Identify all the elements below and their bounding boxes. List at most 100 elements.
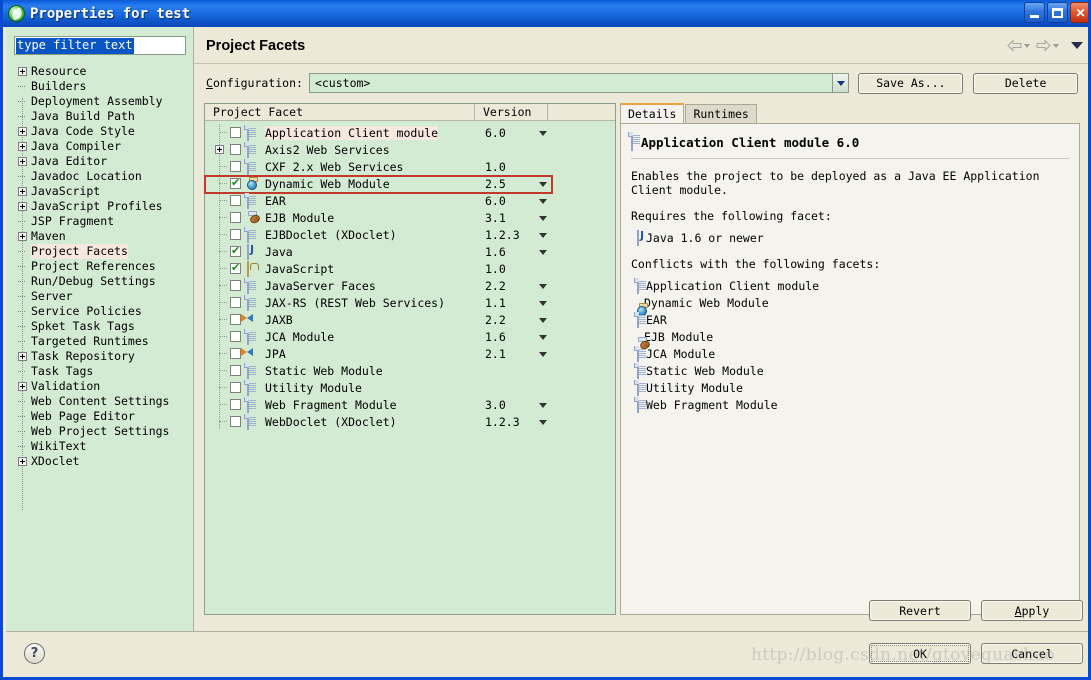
table-row[interactable]: EJBDoclet (XDoclet) 1.2.3 — [205, 226, 615, 243]
expand-icon[interactable] — [18, 457, 27, 466]
sidebar-item-javascript[interactable]: JavaScript — [18, 184, 194, 199]
expand-icon[interactable] — [18, 67, 27, 76]
expand-icon[interactable] — [18, 127, 27, 136]
expand-icon[interactable] — [18, 232, 27, 241]
sidebar-item-java-code-style[interactable]: Java Code Style — [18, 124, 194, 139]
table-row[interactable]: Static Web Module — [205, 362, 615, 379]
sidebar-item-task-tags[interactable]: Task Tags — [18, 364, 194, 379]
sidebar-item-java-build-path[interactable]: Java Build Path — [18, 109, 194, 124]
forward-dropdown-icon[interactable] — [1053, 43, 1059, 48]
table-row[interactable]: JavaServer Faces 2.2 — [205, 277, 615, 294]
title-bar[interactable]: Properties for test ✕ — [3, 0, 1088, 27]
table-row[interactable]: Java 1.6 — [205, 243, 615, 260]
table-row[interactable]: JPA 2.1 — [205, 345, 615, 362]
table-row[interactable]: JavaScript 1.0 — [205, 260, 615, 277]
sidebar-item-java-compiler[interactable]: Java Compiler — [18, 139, 194, 154]
delete-button[interactable]: Delete — [973, 72, 1079, 94]
revert-button[interactable]: Revert — [869, 600, 971, 621]
version-dropdown-icon[interactable] — [539, 284, 547, 289]
apply-button[interactable]: Apply — [981, 600, 1083, 621]
help-icon[interactable]: ? — [24, 643, 45, 664]
expand-icon[interactable] — [18, 142, 27, 151]
sidebar-item-maven[interactable]: Maven — [18, 229, 194, 244]
facet-checkbox[interactable] — [230, 280, 241, 291]
facet-checkbox[interactable] — [230, 331, 241, 342]
sidebar-item-project-references[interactable]: Project References — [18, 259, 194, 274]
facet-checkbox[interactable] — [230, 195, 241, 206]
expand-icon[interactable] — [18, 352, 27, 361]
cancel-button[interactable]: Cancel — [981, 643, 1083, 664]
table-row[interactable]: WebDoclet (XDoclet) 1.2.3 — [205, 413, 615, 430]
expand-icon[interactable] — [215, 145, 224, 154]
sidebar-item-javadoc-location[interactable]: Javadoc Location — [18, 169, 194, 184]
sidebar-item-web-project-settings[interactable]: Web Project Settings — [18, 424, 194, 439]
table-row[interactable]: Application Client module 6.0 — [205, 124, 615, 141]
facet-checkbox[interactable] — [230, 314, 241, 325]
facet-checkbox[interactable] — [230, 144, 241, 155]
facet-checkbox[interactable] — [230, 212, 241, 223]
sidebar-item-resource[interactable]: Resource — [18, 64, 194, 79]
save-as-button[interactable]: Save As... — [858, 72, 964, 94]
sidebar-item-validation[interactable]: Validation — [18, 379, 194, 394]
sidebar-item-web-content-settings[interactable]: Web Content Settings — [18, 394, 194, 409]
facet-checkbox[interactable] — [230, 244, 241, 257]
tab-runtimes[interactable]: Runtimes — [685, 104, 757, 123]
version-dropdown-icon[interactable] — [539, 352, 547, 357]
sidebar-item-javascript-profiles[interactable]: JavaScript Profiles — [18, 199, 194, 214]
view-menu-icon[interactable] — [1071, 42, 1083, 49]
facet-checkbox[interactable] — [230, 399, 241, 410]
configuration-combobox[interactable]: <custom> — [308, 73, 850, 93]
minimize-button[interactable] — [1024, 2, 1045, 23]
table-row[interactable]: JCA Module 1.6 — [205, 328, 615, 345]
version-dropdown-icon[interactable] — [539, 250, 547, 255]
version-dropdown-icon[interactable] — [539, 199, 547, 204]
expand-icon[interactable] — [18, 382, 27, 391]
version-dropdown-icon[interactable] — [539, 182, 547, 187]
sidebar-item-deployment-assembly[interactable]: Deployment Assembly — [18, 94, 194, 109]
filter-input[interactable]: type filter text — [14, 36, 186, 55]
expand-icon[interactable] — [18, 202, 27, 211]
sidebar-item-task-repository[interactable]: Task Repository — [18, 349, 194, 364]
facet-checkbox[interactable] — [230, 161, 241, 172]
sidebar-item-server[interactable]: Server — [18, 289, 194, 304]
version-dropdown-icon[interactable] — [539, 131, 547, 136]
facet-checkbox[interactable] — [230, 348, 241, 359]
tab-details[interactable]: Details — [620, 103, 685, 123]
facet-checkbox[interactable] — [230, 176, 241, 189]
table-row[interactable]: Utility Module — [205, 379, 615, 396]
version-dropdown-icon[interactable] — [539, 301, 547, 306]
version-dropdown-icon[interactable] — [539, 403, 547, 408]
sidebar-item-wikitext[interactable]: WikiText — [18, 439, 194, 454]
facet-checkbox[interactable] — [230, 382, 241, 393]
facet-checkbox[interactable] — [230, 297, 241, 308]
back-button[interactable] — [1007, 39, 1034, 52]
sidebar-item-project-facets[interactable]: Project Facets — [18, 244, 194, 259]
column-header-project-facet[interactable]: Project Facet — [205, 104, 475, 120]
sidebar-item-web-page-editor[interactable]: Web Page Editor — [18, 409, 194, 424]
table-row[interactable]: EJB Module 3.1 — [205, 209, 615, 226]
table-row[interactable]: CXF 2.x Web Services 1.0 — [205, 158, 615, 175]
version-dropdown-icon[interactable] — [539, 335, 547, 340]
column-header-spacer[interactable] — [548, 104, 615, 120]
table-row[interactable]: JAX-RS (REST Web Services) 1.1 — [205, 294, 615, 311]
table-row[interactable]: JAXB 2.2 — [205, 311, 615, 328]
facet-checkbox[interactable] — [230, 127, 241, 138]
sidebar-item-service-policies[interactable]: Service Policies — [18, 304, 194, 319]
facet-checkbox[interactable] — [230, 416, 241, 427]
forward-button[interactable] — [1036, 39, 1063, 52]
column-header-version[interactable]: Version — [475, 104, 548, 120]
maximize-button[interactable] — [1047, 2, 1068, 23]
facet-checkbox[interactable] — [230, 365, 241, 376]
facet-checkbox[interactable] — [230, 261, 241, 274]
chevron-down-icon[interactable] — [832, 74, 849, 92]
table-row[interactable]: Dynamic Web Module 2.5 — [204, 175, 615, 194]
expand-icon[interactable] — [18, 157, 27, 166]
sidebar-item-xdoclet[interactable]: XDoclet — [18, 454, 194, 469]
version-dropdown-icon[interactable] — [539, 420, 547, 425]
table-row[interactable]: Web Fragment Module 3.0 — [205, 396, 615, 413]
table-row[interactable]: Axis2 Web Services — [205, 141, 615, 158]
sidebar-item-spket-task-tags[interactable]: Spket Task Tags — [18, 319, 194, 334]
close-button[interactable]: ✕ — [1070, 2, 1088, 23]
facet-checkbox[interactable] — [230, 229, 241, 240]
version-dropdown-icon[interactable] — [539, 233, 547, 238]
